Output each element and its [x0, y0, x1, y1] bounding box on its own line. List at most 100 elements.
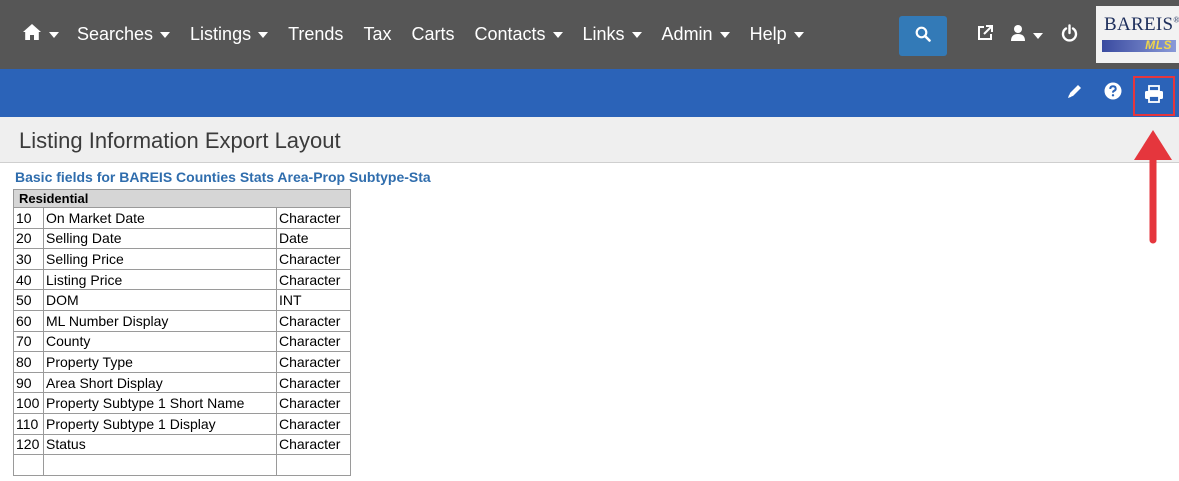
field-name-cell: Listing Price: [43, 268, 277, 291]
field-name-cell: Property Subtype 1 Display: [43, 412, 277, 435]
nav-item-carts[interactable]: Carts: [411, 24, 454, 45]
field-number-cell: 90: [13, 371, 44, 394]
home-menu[interactable]: [22, 23, 59, 46]
field-name-cell: Status: [43, 433, 277, 456]
field-name-cell: [43, 454, 277, 476]
nav-item-label: Searches: [77, 24, 154, 44]
external-link-button[interactable]: [976, 24, 994, 47]
field-number-cell: [13, 454, 44, 476]
home-icon: [22, 23, 42, 46]
table-row: 100 Property Subtype 1 Short Name Characte…: [13, 392, 351, 414]
nav-item-searches[interactable]: Searches: [77, 24, 171, 45]
logout-button[interactable]: [1061, 24, 1078, 47]
user-icon: [1010, 24, 1026, 47]
field-name-cell: Selling Price: [43, 248, 277, 270]
field-number-cell: 70: [13, 330, 44, 353]
logo-mls-text: MLS: [1145, 38, 1172, 52]
field-type-cell: Character: [276, 309, 351, 332]
table-row: 110 Property Subtype 1 Display Character: [13, 412, 351, 435]
page-title: Listing Information Export Layout: [19, 128, 341, 153]
nav-item-label: Listings: [190, 24, 252, 44]
nav-item-label: Contacts: [474, 24, 546, 44]
edit-button[interactable]: [1066, 83, 1083, 105]
field-number-cell: 120: [13, 433, 44, 456]
field-name-cell: Property Subtype 1 Short Name: [43, 392, 277, 414]
field-name-cell: On Market Date: [43, 207, 277, 229]
field-number-cell: 110: [13, 412, 44, 435]
power-icon: [1061, 24, 1078, 47]
question-icon: [1104, 82, 1122, 105]
print-icon: [1144, 84, 1164, 108]
bareis-mls-logo: BAREIS® MLS: [1096, 6, 1179, 63]
field-type-cell: Character: [276, 351, 351, 373]
table-section-header: Residential: [13, 189, 351, 208]
top-navigation-bar: Searches Listings Trends Tax Carts Contacts Li…: [0, 0, 1179, 69]
field-type-cell: Character: [276, 207, 351, 229]
search-icon: [915, 26, 931, 47]
external-link-icon: [976, 24, 994, 47]
field-name-cell: Property Type: [43, 351, 277, 373]
nav-item-tax[interactable]: Tax: [363, 24, 391, 45]
field-name-cell: DOM: [43, 289, 277, 311]
field-name-cell: Area Short Display: [43, 371, 277, 394]
help-button[interactable]: [1104, 82, 1122, 105]
table-row: 40 Listing Price Character: [13, 268, 351, 291]
nav-item-contacts[interactable]: Contacts: [474, 24, 563, 45]
field-number-cell: 60: [13, 309, 44, 332]
nav-item-label: Trends: [288, 24, 344, 44]
field-type-cell: Date: [276, 227, 351, 250]
pencil-icon: [1066, 83, 1083, 105]
field-type-cell: Character: [276, 268, 351, 291]
chevron-down-icon: [793, 31, 804, 38]
table-row: 60 ML Number Display Character: [13, 309, 351, 332]
field-type-cell: Character: [276, 433, 351, 456]
nav-item-links[interactable]: Links: [583, 24, 642, 45]
field-number-cell: 20: [13, 227, 44, 250]
search-button[interactable]: [899, 16, 947, 56]
chevron-down-icon: [631, 31, 642, 38]
chevron-down-icon: [160, 31, 171, 38]
chevron-down-icon: [258, 31, 269, 38]
field-number-cell: 50: [13, 289, 44, 311]
nav-item-label: Tax: [363, 24, 392, 44]
nav-item-listings[interactable]: Listings: [190, 24, 269, 45]
field-number-cell: 100: [13, 392, 44, 414]
chevron-down-icon: [49, 31, 59, 38]
nav-item-label: Links: [582, 24, 625, 44]
table-row: 90 Area Short Display Character: [13, 371, 351, 394]
field-type-cell: Character: [276, 371, 351, 394]
red-arrow-annotation: [1134, 130, 1172, 244]
chevron-down-icon: [552, 31, 563, 38]
logo-mls-band: MLS: [1102, 38, 1176, 52]
nav-item-label: Carts: [411, 24, 455, 44]
page-toolbar: [0, 69, 1179, 117]
export-fields-table: Residential 10 On Market Date Character 20 S…: [13, 189, 351, 476]
chevron-down-icon: [719, 31, 730, 38]
table-row: 20 Selling Date Date: [13, 227, 351, 250]
user-menu[interactable]: [1010, 24, 1043, 47]
table-row: 120 Status Character: [13, 433, 351, 456]
field-type-cell: Character: [276, 392, 351, 414]
page-header: Listing Information Export Layout: [0, 117, 1179, 163]
field-type-cell: INT: [276, 289, 351, 311]
field-type-cell: [276, 454, 351, 476]
nav-item-help[interactable]: Help: [750, 24, 804, 45]
logo-text: BAREIS: [1104, 14, 1174, 35]
table-row: 10 On Market Date Character: [13, 207, 351, 229]
nav-item-trends[interactable]: Trends: [288, 24, 343, 45]
table-row: [13, 454, 351, 476]
chevron-down-icon: [1033, 32, 1043, 39]
logo-registered-mark: ®: [1173, 15, 1179, 25]
field-number-cell: 10: [13, 207, 44, 229]
field-number-cell: 30: [13, 248, 44, 270]
table-row: 80 Property Type Character: [13, 351, 351, 373]
field-number-cell: 80: [13, 351, 44, 373]
nav-item-admin[interactable]: Admin: [662, 24, 730, 45]
table-row: 70 County Character: [13, 330, 351, 353]
field-type-cell: Character: [276, 412, 351, 435]
layout-subtitle: Basic fields for BAREIS Counties Stats A…: [15, 169, 431, 185]
field-name-cell: County: [43, 330, 277, 353]
field-type-cell: Character: [276, 330, 351, 353]
field-number-cell: 40: [13, 268, 44, 291]
print-button[interactable]: [1133, 76, 1175, 116]
